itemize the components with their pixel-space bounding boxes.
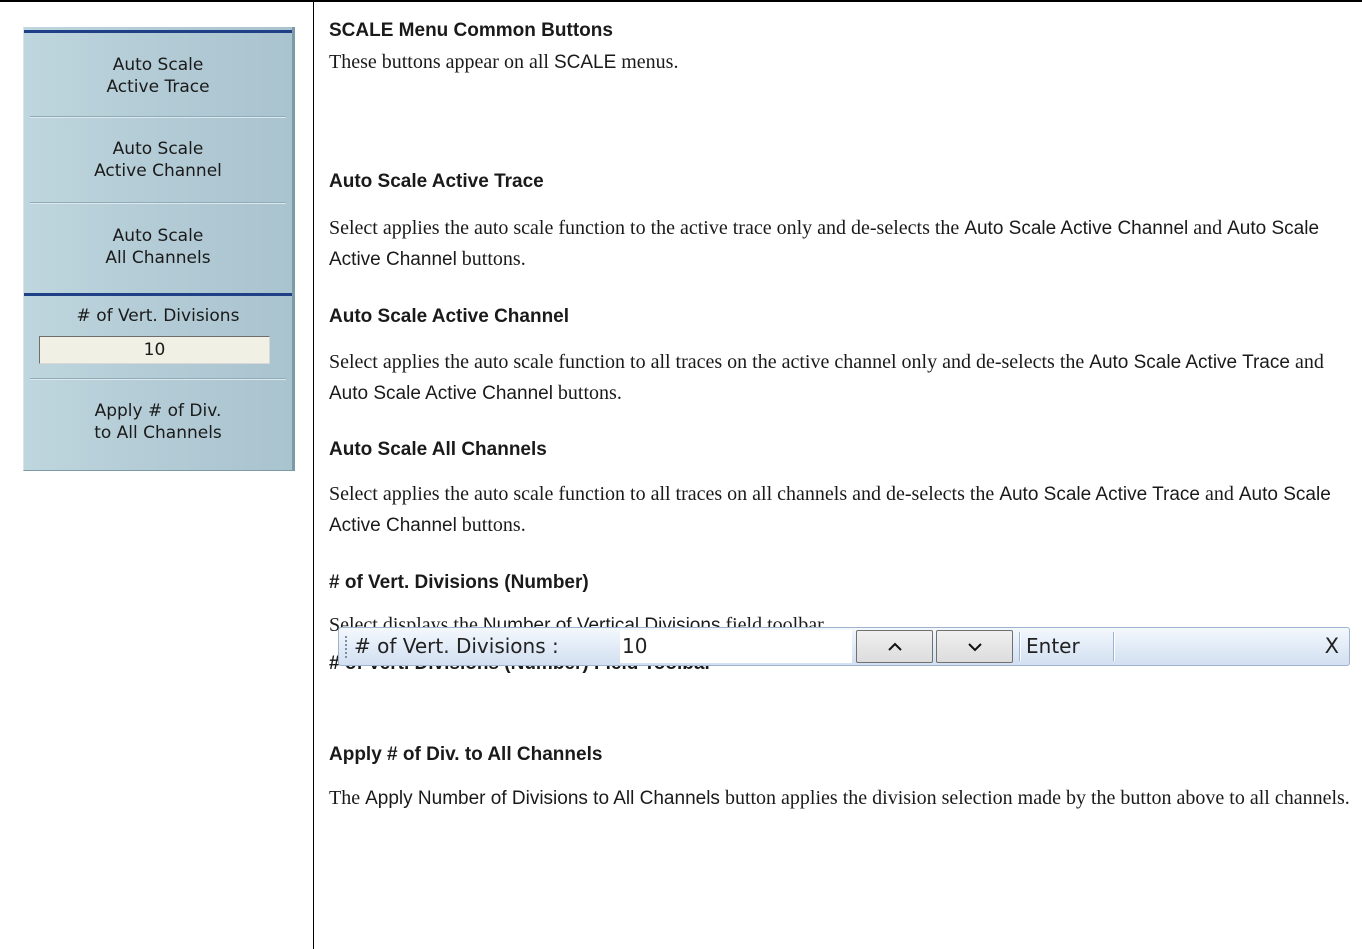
section-body-auto-scale-channel: Select applies the auto scale function t…: [329, 347, 1359, 409]
button-label-line2: All Channels: [105, 248, 211, 268]
text: The: [329, 787, 366, 809]
text: buttons.: [456, 248, 526, 270]
chevron-up-icon: [887, 642, 902, 651]
menu-separator: [30, 378, 286, 379]
auto-scale-active-trace-button[interactable]: Auto Scale Active Trace: [24, 36, 292, 116]
text: and: [1289, 351, 1324, 373]
ui-term: Auto Scale Active Channel: [964, 218, 1189, 239]
toolbar-value-input[interactable]: 10: [620, 630, 852, 663]
section-heading-auto-scale-channel: Auto Scale Active Channel: [329, 306, 570, 327]
intro-paragraph: These buttons appear on all SCALE menus.: [329, 47, 1359, 78]
apply-div-all-channels-button[interactable]: Apply # of Div. to All Channels: [24, 380, 292, 464]
auto-scale-active-channel-button[interactable]: Auto Scale Active Channel: [24, 118, 292, 202]
button-label-line1: Apply # of Div.: [94, 401, 222, 421]
button-label-line2: to All Channels: [94, 423, 222, 443]
text: buttons.: [552, 382, 622, 404]
text: Select applies the auto scale function t…: [329, 351, 1090, 373]
text: buttons.: [456, 514, 526, 536]
text: Select applies the auto scale function t…: [329, 483, 1000, 505]
chevron-down-icon: [967, 642, 982, 651]
section-body-apply-div: The Apply Number of Divisions to All Cha…: [329, 783, 1359, 814]
button-label-line2: Active Trace: [106, 77, 210, 97]
ui-term: Auto Scale Active Trace: [1089, 352, 1290, 373]
decrement-button[interactable]: [936, 630, 1013, 663]
text: menus.: [616, 51, 679, 73]
ui-term: SCALE: [553, 52, 617, 73]
toolbar-grip-handle[interactable]: [345, 636, 347, 658]
button-label-line2: Active Channel: [94, 161, 222, 181]
column-divider: [313, 2, 314, 949]
ui-term: Auto Scale Active Trace: [999, 484, 1200, 505]
button-label-line1: Auto Scale: [112, 55, 204, 75]
menu-separator: [30, 116, 286, 117]
button-label-line1: Auto Scale: [112, 226, 204, 246]
ui-term: Auto Scale Active Channel: [329, 383, 553, 404]
section-body-auto-scale-all: Select applies the auto scale function t…: [329, 479, 1359, 541]
section-heading-auto-scale-trace: Auto Scale Active Trace: [329, 171, 544, 192]
button-label-line1: Auto Scale: [112, 139, 204, 159]
scale-menu-panel: Auto Scale Active Trace Auto Scale Active …: [23, 27, 295, 471]
toolbar-divider: [1113, 632, 1114, 661]
vert-divisions-field-toolbar: # of Vert. Divisions : 10 Enter X: [338, 627, 1350, 666]
section-heading-auto-scale-all: Auto Scale All Channels: [329, 439, 547, 460]
close-button[interactable]: X: [1325, 628, 1339, 665]
menu-top-bar: [24, 30, 292, 33]
text: These buttons appear on all: [329, 51, 554, 73]
text: and: [1188, 217, 1228, 239]
top-rule: [0, 0, 1362, 2]
text: button applies the division selection ma…: [719, 787, 1350, 809]
text: and: [1199, 483, 1239, 505]
enter-button[interactable]: Enter: [1026, 628, 1080, 665]
page-title: SCALE Menu Common Buttons: [329, 20, 613, 41]
auto-scale-all-channels-button[interactable]: Auto Scale All Channels: [24, 204, 292, 290]
toolbar-label: # of Vert. Divisions :: [354, 634, 559, 658]
section-body-auto-scale-trace: Select applies the auto scale function t…: [329, 213, 1359, 275]
toolbar-divider: [1019, 632, 1020, 661]
menu-separator: [30, 202, 286, 203]
section-heading-vert-divisions: # of Vert. Divisions (Number): [329, 572, 589, 593]
vert-divisions-field[interactable]: 10: [39, 336, 270, 364]
vert-divisions-label: # of Vert. Divisions: [76, 306, 240, 326]
text: Select applies the auto scale function t…: [329, 217, 965, 239]
ui-term: Apply Number of Divisions to All Channel…: [365, 788, 720, 809]
menu-section-bar: [24, 293, 292, 296]
section-heading-apply-div: Apply # of Div. to All Channels: [329, 744, 603, 765]
increment-button[interactable]: [856, 630, 933, 663]
